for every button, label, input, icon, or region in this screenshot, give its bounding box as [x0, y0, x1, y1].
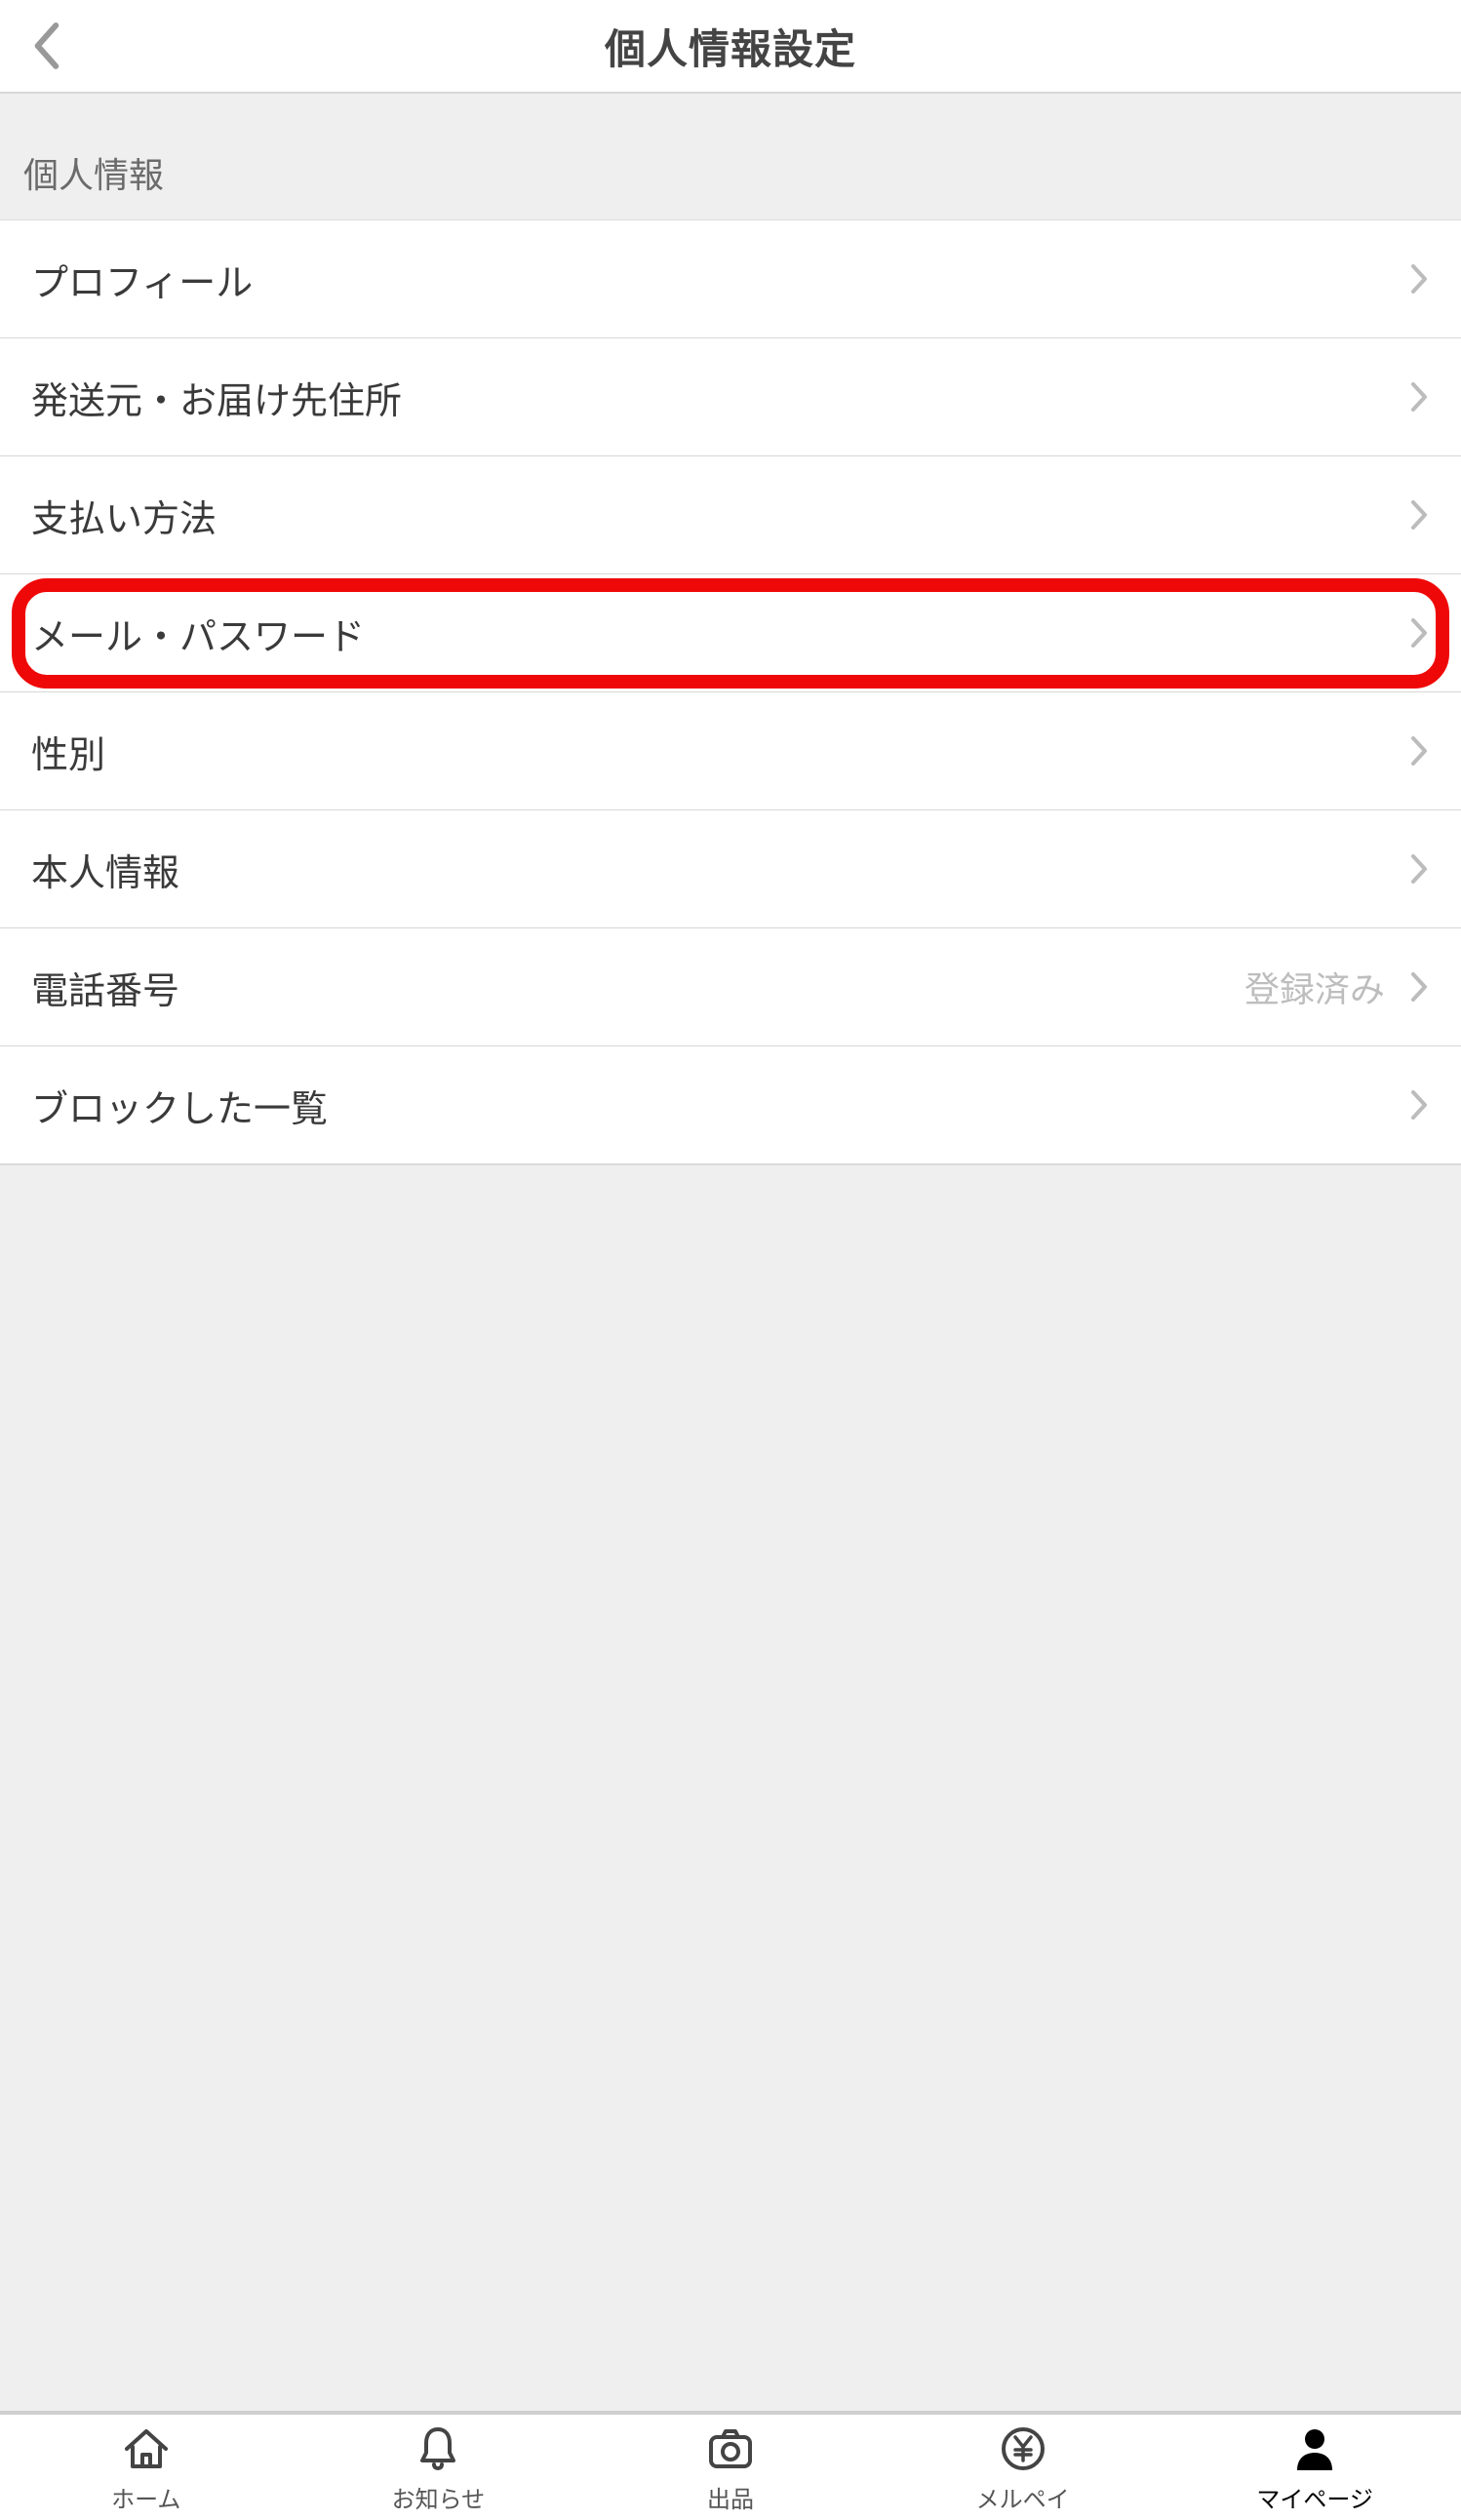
- tab-label: マイページ: [1256, 2480, 1373, 2514]
- tab-news[interactable]: お知らせ: [293, 2415, 585, 2520]
- camera-icon: [703, 2422, 758, 2476]
- row-label: メール・パスワード: [31, 607, 1408, 660]
- tab-mypage[interactable]: マイページ: [1168, 2415, 1461, 2520]
- tab-label: お知らせ: [392, 2480, 486, 2514]
- bottom-gap: [0, 1164, 1461, 2411]
- home-icon: [119, 2422, 174, 2476]
- row-blocked[interactable]: ブロックした一覧: [0, 1046, 1461, 1164]
- row-payment[interactable]: 支払い方法: [0, 456, 1461, 574]
- chevron-right-icon: [1408, 733, 1430, 768]
- chevron-left-icon: [33, 22, 60, 69]
- section-gap: 個人情報: [0, 94, 1461, 220]
- tab-bar: ホーム お知らせ 出品 メルペイ マイページ: [0, 2411, 1461, 2520]
- chevron-right-icon: [1408, 497, 1430, 532]
- row-label: 支払い方法: [31, 489, 1408, 542]
- bell-icon: [411, 2422, 465, 2476]
- header-bar: 個人情報設定: [0, 0, 1461, 94]
- row-status: 登録済み: [1244, 962, 1385, 1012]
- row-identity[interactable]: 本人情報: [0, 810, 1461, 928]
- tab-label: メルペイ: [976, 2480, 1070, 2514]
- row-gender[interactable]: 性別: [0, 692, 1461, 810]
- chevron-right-icon: [1408, 1087, 1430, 1122]
- tab-home[interactable]: ホーム: [0, 2415, 293, 2520]
- row-profile[interactable]: プロフィール: [0, 220, 1461, 338]
- row-label: ブロックした一覧: [31, 1079, 1408, 1132]
- tab-sell[interactable]: 出品: [584, 2415, 877, 2520]
- row-label: 性別: [31, 725, 1408, 778]
- row-label: 電話番号: [31, 961, 1244, 1014]
- chevron-right-icon: [1408, 615, 1430, 650]
- chevron-right-icon: [1408, 969, 1430, 1004]
- yen-icon: [996, 2422, 1050, 2476]
- person-icon: [1287, 2422, 1342, 2476]
- tab-merpay[interactable]: メルペイ: [877, 2415, 1169, 2520]
- tab-label: 出品: [707, 2480, 754, 2514]
- row-mail-password[interactable]: メール・パスワード: [0, 574, 1461, 692]
- chevron-right-icon: [1408, 379, 1430, 414]
- row-address[interactable]: 発送元・お届け先住所: [0, 338, 1461, 456]
- settings-list: プロフィール 発送元・お届け先住所 支払い方法 メール・パスワード: [0, 220, 1461, 1164]
- page-title: 個人情報設定: [0, 17, 1461, 76]
- chevron-right-icon: [1408, 851, 1430, 886]
- section-header: 個人情報: [23, 147, 164, 198]
- chevron-right-icon: [1408, 261, 1430, 296]
- row-label: 発送元・お届け先住所: [31, 371, 1408, 424]
- row-phone[interactable]: 電話番号 登録済み: [0, 928, 1461, 1046]
- tab-label: ホーム: [111, 2480, 180, 2514]
- back-button[interactable]: [27, 17, 66, 75]
- row-label: プロフィール: [31, 253, 1408, 306]
- row-label: 本人情報: [31, 843, 1408, 896]
